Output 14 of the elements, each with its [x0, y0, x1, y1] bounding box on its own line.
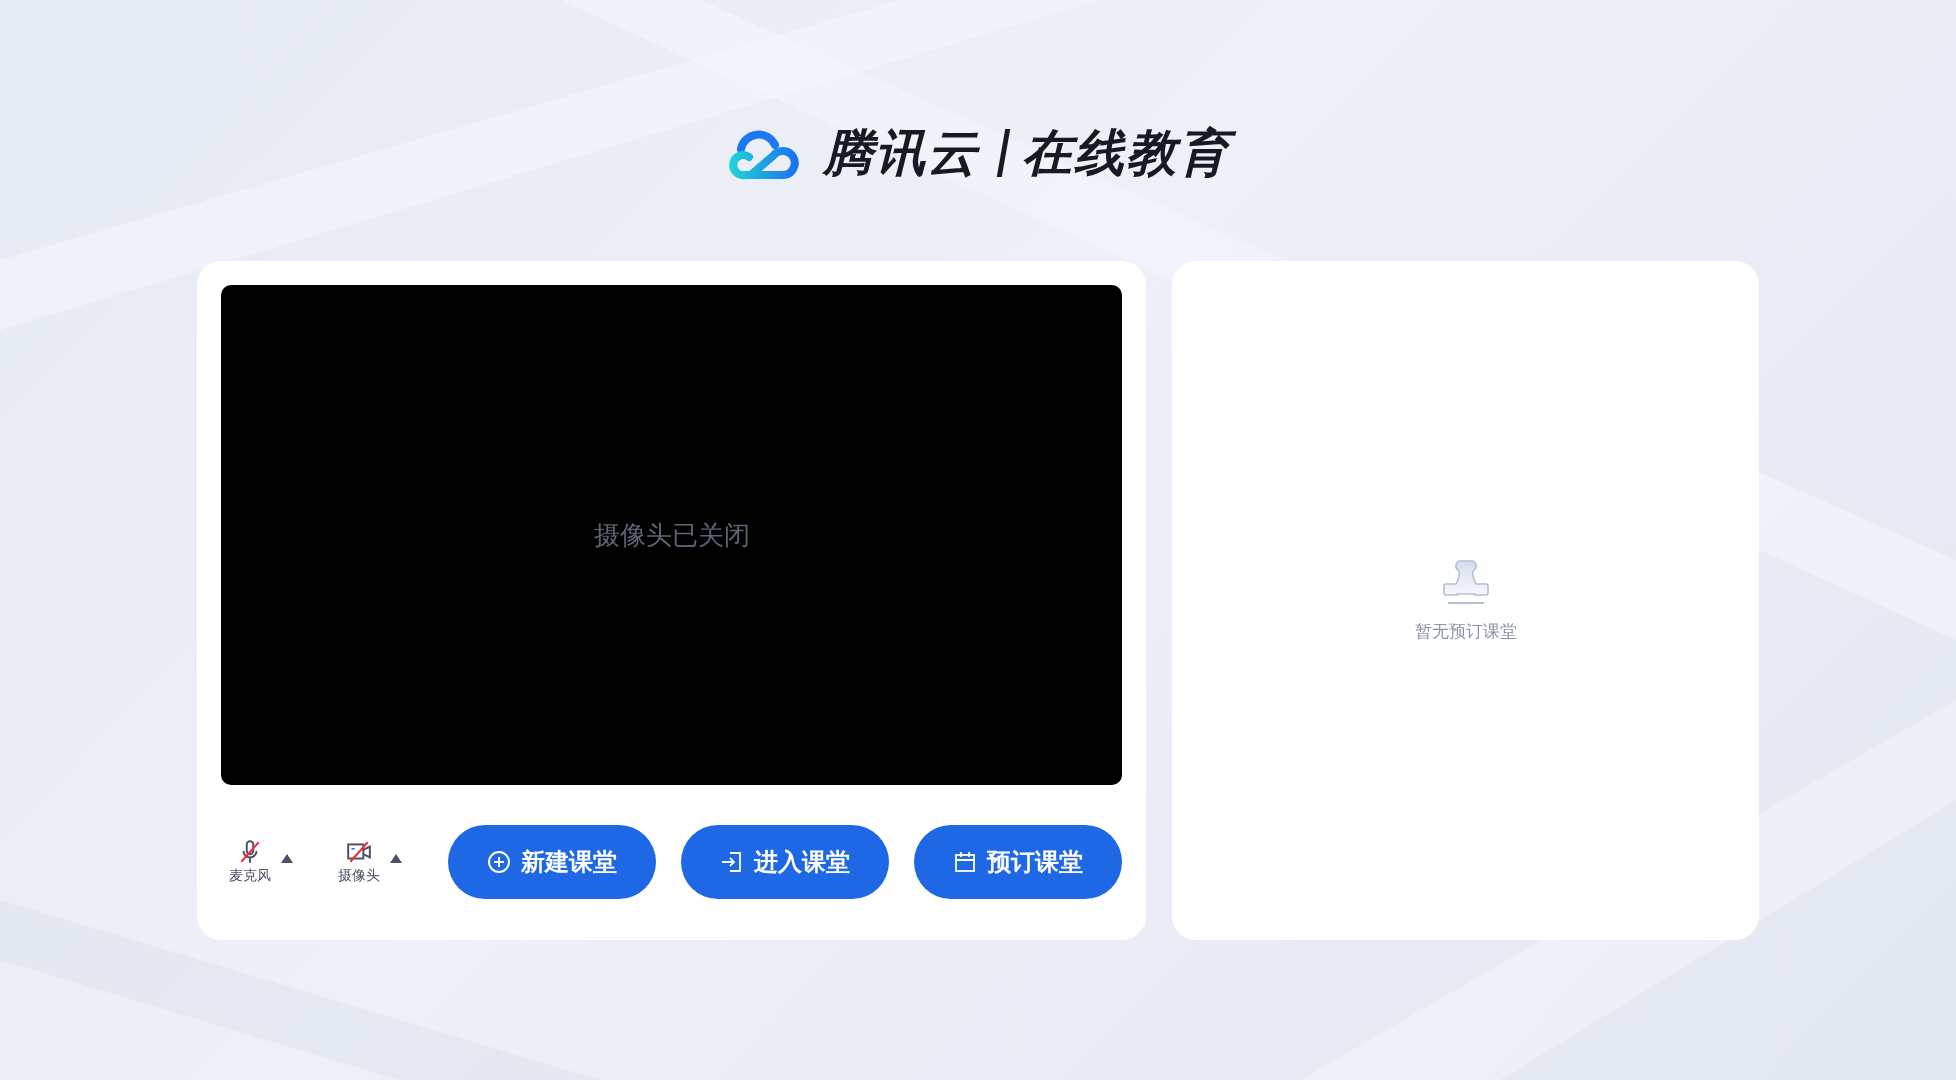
caret-icon[interactable] [281, 853, 293, 863]
caret-icon[interactable] [390, 853, 403, 863]
microphone-button[interactable]: 麦克风 [229, 839, 271, 885]
enter-icon [719, 850, 744, 874]
product-name: 在线教育 [1019, 120, 1238, 186]
new-class-button[interactable]: 新建课堂 [447, 825, 656, 899]
camera-off-message: 摄像头已关闭 [593, 518, 750, 552]
plus-circle-icon [486, 850, 511, 874]
brand-name: 腾讯云 [821, 123, 981, 184]
camera-button[interactable]: 摄像头 [338, 839, 381, 885]
schedule-class-button[interactable]: 预订课堂 [913, 825, 1122, 899]
empty-schedule-text: 暂无预订课堂 [1414, 620, 1517, 643]
calendar-icon [952, 850, 977, 874]
join-class-button[interactable]: 进入课堂 [680, 825, 889, 899]
